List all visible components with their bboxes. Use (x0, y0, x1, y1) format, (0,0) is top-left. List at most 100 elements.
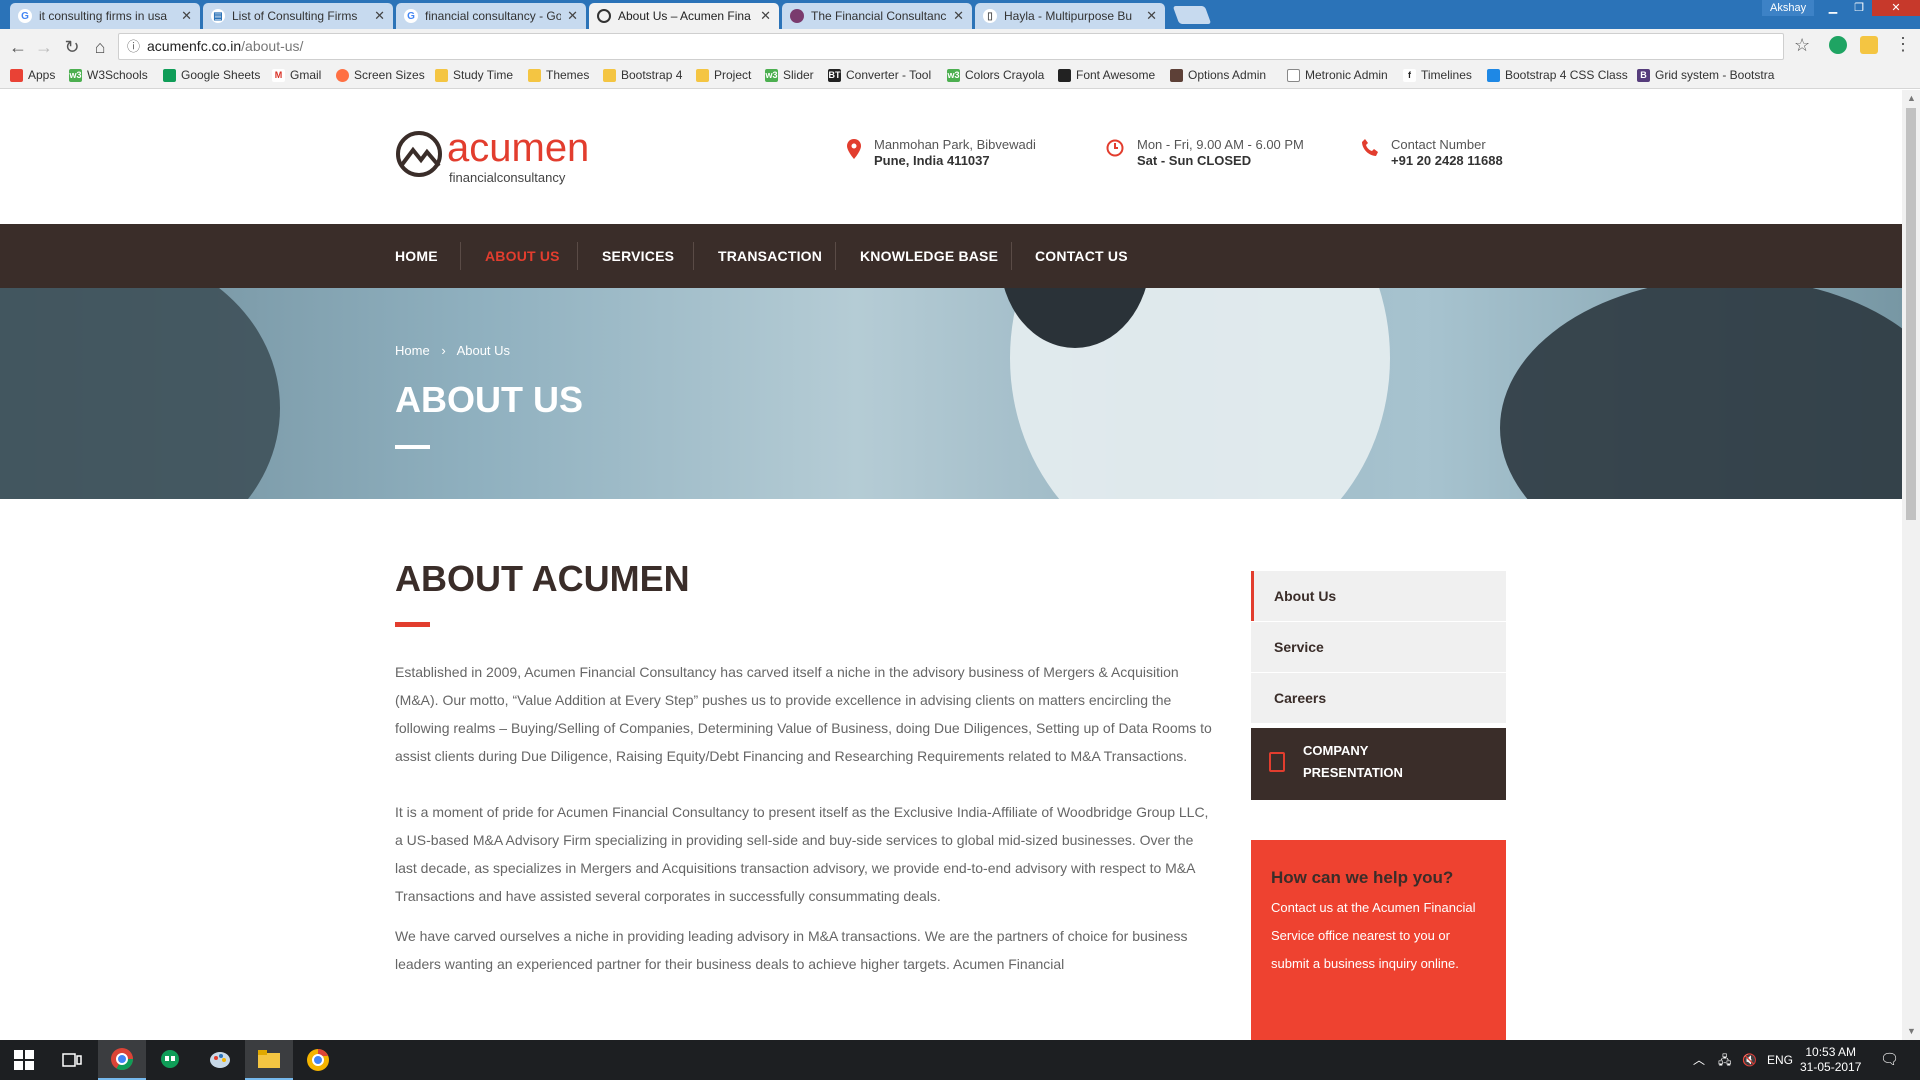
sidebar-item-careers[interactable]: Careers (1251, 673, 1506, 723)
close-tab-icon[interactable]: ✕ (567, 8, 578, 24)
paint-icon[interactable] (196, 1040, 244, 1080)
nav-contact-us[interactable]: CONTACT US (1035, 224, 1128, 288)
chrome-taskbar-icon-2[interactable] (294, 1040, 342, 1080)
bookmark-gmail[interactable]: M Gmail (272, 68, 321, 82)
nav-services[interactable]: SERVICES (602, 224, 674, 288)
sidebar-item-service[interactable]: Service (1251, 622, 1506, 672)
nav-transaction[interactable]: TRANSACTION (718, 224, 822, 288)
close-tab-icon[interactable]: ✕ (1146, 8, 1157, 24)
nav-divider (835, 242, 836, 270)
close-tab-icon[interactable]: ✕ (953, 8, 964, 24)
bookmark-label: Converter - Tool (846, 68, 932, 82)
chrome-taskbar-icon[interactable] (98, 1040, 146, 1080)
bookmark-themes[interactable]: Themes (528, 68, 589, 82)
bookmark-converter-tool[interactable]: BT Converter - Tool (828, 68, 931, 82)
scroll-down-icon[interactable]: ▼ (1907, 1026, 1916, 1036)
bookmark-screen-sizes[interactable]: Screen Sizes (336, 68, 425, 82)
url-path: /about-us/ (241, 38, 304, 54)
sidebar-item-about-us[interactable]: About Us (1251, 571, 1506, 621)
bookmark-bootstrap-css[interactable]: Bootstrap 4 CSS Class (1487, 68, 1628, 82)
hero-figure-right (1500, 288, 1902, 499)
bookmark-label: Google Sheets (181, 68, 261, 82)
minimize-icon[interactable]: ▁ (1820, 0, 1846, 16)
profile-name[interactable]: Akshay (1762, 0, 1815, 16)
document-icon: ▤ (211, 9, 225, 23)
bookmark-study-time[interactable]: Study Time (435, 68, 513, 82)
bookmark-options-admin[interactable]: Options Admin (1170, 68, 1266, 82)
contact-number[interactable]: +91 20 2428 11688 (1391, 153, 1503, 168)
screen-sizes-icon (336, 68, 349, 82)
browser-tab[interactable]: The Financial Consultanc ✕ (782, 3, 972, 29)
page-scrollbar[interactable]: ▲ ▼ (1902, 90, 1920, 1040)
tab-title: List of Consulting Firms (232, 9, 358, 23)
hangouts-icon[interactable] (146, 1040, 194, 1080)
nav-knowledge-base[interactable]: KNOWLEDGE BASE (860, 224, 998, 288)
home-icon[interactable]: ⌂ (88, 35, 112, 59)
page-title: ABOUT US (395, 379, 583, 420)
forward-icon[interactable]: → (32, 35, 56, 59)
bookmark-project[interactable]: Project (696, 68, 751, 82)
bookmark-timelines[interactable]: f Timelines (1403, 68, 1472, 82)
pdf-icon (1269, 752, 1285, 772)
bookmark-label: Colors Crayola (965, 68, 1045, 82)
bookmark-slider[interactable]: w3 Slider (765, 68, 814, 82)
extension-star-icon[interactable] (1860, 36, 1878, 54)
bookmark-metronic-admin[interactable]: Metronic Admin (1287, 68, 1388, 82)
bookmark-font-awesome[interactable]: Font Awesome (1058, 68, 1155, 82)
extension-icon[interactable] (1829, 36, 1847, 54)
tray-chevron-up-icon[interactable]: ︿ (1693, 1040, 1705, 1080)
language-indicator[interactable]: ENG (1767, 1040, 1793, 1080)
help-box: How can we help you? Contact us at the A… (1251, 840, 1506, 1040)
scroll-up-icon[interactable]: ▲ (1907, 93, 1916, 103)
bookmark-label: Apps (28, 68, 56, 82)
action-center-icon[interactable]: 🗨 (1880, 1040, 1899, 1080)
bookmarks-bar: Apps w3 W3Schools Google Sheets M Gmail Sc… (0, 64, 1920, 89)
bookmark-w3schools[interactable]: w3 W3Schools (69, 68, 148, 82)
browser-tab[interactable]: ▯ Hayla - Multipurpose Bu ✕ (975, 3, 1165, 29)
reload-icon[interactable]: ↻ (60, 35, 84, 59)
bookmark-grid-system[interactable]: B Grid system - Bootstra (1637, 68, 1774, 82)
close-tab-icon[interactable]: ✕ (181, 8, 192, 24)
bookmark-label: Gmail (290, 68, 322, 82)
bookmark-bootstrap-4[interactable]: Bootstrap 4 (603, 68, 682, 82)
browser-tab[interactable]: G it consulting firms in usa ✕ (10, 3, 200, 29)
nav-divider (460, 242, 461, 270)
nav-about-us[interactable]: ABOUT US (485, 224, 560, 288)
bookmark-colors-crayola[interactable]: w3 Colors Crayola (947, 68, 1044, 82)
site-logo[interactable]: acumen financialconsultancy (395, 126, 605, 186)
back-icon[interactable]: ← (6, 35, 30, 59)
globe-icon (790, 9, 804, 23)
file-explorer-icon[interactable] (245, 1040, 293, 1080)
scroll-thumb[interactable] (1906, 108, 1916, 520)
restore-icon[interactable]: ❐ (1846, 0, 1872, 16)
network-icon[interactable]: 🖧 (1718, 1040, 1731, 1080)
task-view-icon[interactable] (48, 1040, 96, 1080)
volume-muted-icon[interactable]: 🔇 (1742, 1040, 1757, 1080)
bookmark-google-sheets[interactable]: Google Sheets (163, 68, 260, 82)
new-tab-button[interactable] (1172, 6, 1212, 24)
folder-icon (696, 68, 709, 82)
close-tab-icon[interactable]: ✕ (760, 8, 771, 24)
bookmark-label: Bootstrap 4 CSS Class (1505, 68, 1628, 82)
browser-tab[interactable]: G financial consultancy - Go ✕ (396, 3, 586, 29)
company-presentation-button[interactable]: COMPANY PRESENTATION (1251, 728, 1506, 800)
tab-title: Hayla - Multipurpose Bu (1004, 9, 1133, 23)
taskbar-clock[interactable]: 10:53 AM 31-05-2017 (1800, 1045, 1861, 1075)
browser-tab-active[interactable]: About Us – Acumen Fina ✕ (589, 3, 779, 29)
close-window-icon[interactable]: ✕ (1872, 0, 1920, 16)
bookmark-apps[interactable]: Apps (10, 68, 55, 82)
breadcrumb-home[interactable]: Home (395, 343, 430, 358)
clock-icon (1106, 139, 1124, 162)
section-heading: ABOUT ACUMEN (395, 558, 690, 599)
close-tab-icon[interactable]: ✕ (374, 8, 385, 24)
google-icon: G (18, 9, 32, 23)
google-icon: G (404, 9, 418, 23)
address-bar[interactable]: ⓘ acumenfc.co.in/about-us/ (118, 33, 1784, 60)
browser-tab[interactable]: ▤ List of Consulting Firms ✕ (203, 3, 393, 29)
nav-home[interactable]: HOME (395, 224, 438, 288)
windows-start-icon[interactable] (0, 1040, 48, 1080)
info-icon[interactable]: ⓘ (127, 34, 140, 59)
browser-menu-icon[interactable]: ⋮ (1894, 34, 1912, 55)
heading-underline (395, 622, 430, 627)
bookmark-star-icon[interactable]: ☆ (1794, 35, 1810, 56)
